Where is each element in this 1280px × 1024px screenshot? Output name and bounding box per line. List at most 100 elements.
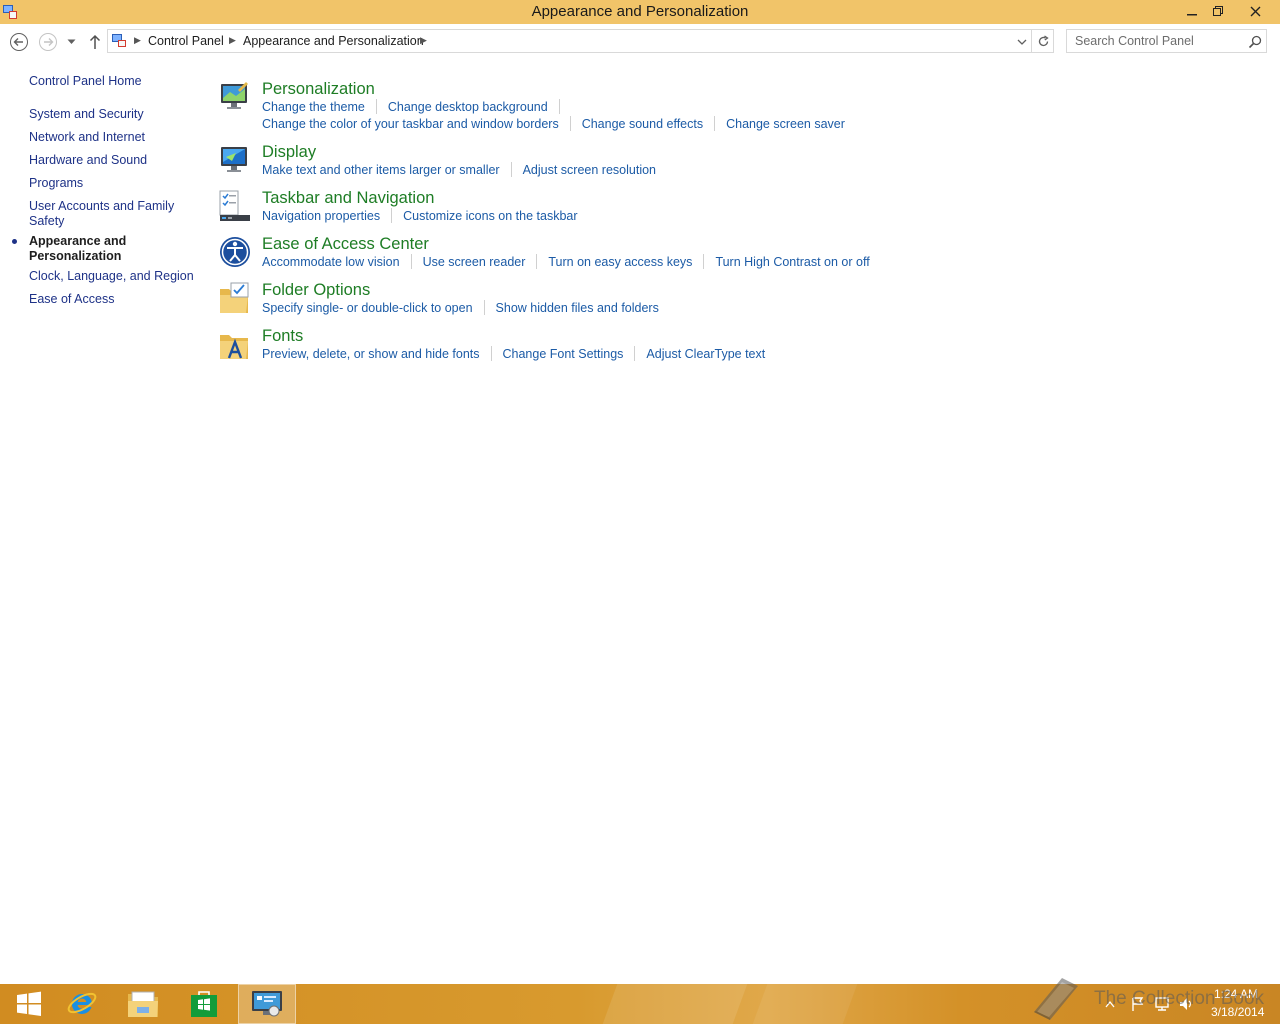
folder-options-title[interactable]: Folder Options	[262, 281, 370, 300]
ease-of-access-title[interactable]: Ease of Access Center	[262, 235, 429, 254]
display-icon[interactable]	[218, 143, 252, 177]
speaker-icon	[1180, 998, 1191, 1010]
search-input[interactable]	[1067, 30, 1245, 52]
personalization-icon[interactable]	[218, 80, 252, 114]
taskbar: 1:24 AM 3/18/2014	[0, 984, 1280, 1024]
separator	[510, 162, 512, 178]
forward-button[interactable]	[37, 31, 59, 53]
breadcrumb-separator-icon[interactable]: ▶	[229, 35, 236, 46]
separator	[375, 99, 377, 115]
sidebar-item-hardware-sound[interactable]: Hardware and Sound	[29, 153, 189, 168]
adjust-screen-resolution-link[interactable]: Adjust screen resolution	[523, 163, 656, 178]
chevron-up-icon	[1105, 1000, 1115, 1008]
change-font-settings-link[interactable]: Change Font Settings	[503, 347, 624, 362]
change-taskbar-color-link[interactable]: Change the color of your taskbar and win…	[262, 117, 559, 132]
separator	[391, 208, 393, 224]
navigation-properties-link[interactable]: Navigation properties	[262, 209, 380, 224]
change-theme-link[interactable]: Change the theme	[262, 100, 365, 115]
control-panel-location-icon	[112, 34, 126, 47]
network-button[interactable]	[1154, 984, 1170, 1024]
sidebar-item-ease-of-access[interactable]: Ease of Access	[29, 292, 189, 307]
address-dropdown-button[interactable]	[1014, 34, 1030, 50]
show-hidden-icons-button[interactable]	[1105, 984, 1115, 1024]
separator	[703, 254, 705, 270]
address-bar[interactable]: ▶ Control Panel ▶ Appearance and Persona…	[107, 29, 1054, 53]
store-icon	[191, 991, 217, 1017]
separator	[483, 300, 485, 316]
close-icon	[1250, 6, 1260, 16]
display-title[interactable]: Display	[262, 143, 316, 162]
ie-icon	[67, 992, 97, 1014]
change-desktop-background-link[interactable]: Change desktop background	[388, 100, 548, 115]
start-button[interactable]	[0, 984, 58, 1024]
restore-button[interactable]	[1204, 0, 1232, 22]
taskbar-internet-explorer[interactable]	[53, 984, 111, 1024]
change-sound-effects-link[interactable]: Change sound effects	[582, 117, 703, 132]
folder-icon	[128, 991, 158, 1017]
preview-fonts-link[interactable]: Preview, delete, or show and hide fonts	[262, 347, 480, 362]
sidebar-item-control-panel-home[interactable]: Control Panel Home	[29, 74, 189, 89]
taskbar-decoration	[752, 984, 858, 1024]
fonts-icon[interactable]	[218, 327, 252, 361]
up-button[interactable]	[84, 31, 106, 53]
task-row: Accommodate low vision Use screen reader T…	[262, 254, 870, 270]
easy-access-keys-link[interactable]: Turn on easy access keys	[548, 255, 692, 270]
sidebar-item-programs[interactable]: Programs	[29, 176, 189, 191]
sidebar-item-clock-language-region[interactable]: Clock, Language, and Region	[29, 269, 199, 284]
separator	[490, 346, 492, 362]
separator	[410, 254, 412, 270]
breadcrumb-separator-icon[interactable]: ▶	[134, 35, 141, 46]
sidebar-item-network-internet[interactable]: Network and Internet	[29, 130, 189, 145]
title-bar: Appearance and Personalization	[0, 0, 1280, 24]
separator	[569, 116, 571, 132]
up-arrow-icon	[89, 34, 101, 49]
show-hidden-files-link[interactable]: Show hidden files and folders	[496, 301, 659, 316]
single-double-click-link[interactable]: Specify single- or double-click to open	[262, 301, 473, 316]
sidebar-item-system-security[interactable]: System and Security	[29, 107, 189, 122]
taskbar-file-explorer[interactable]	[114, 984, 172, 1024]
change-screen-saver-link[interactable]: Change screen saver	[726, 117, 845, 132]
taskbar-store[interactable]	[175, 984, 233, 1024]
clock-date[interactable]: 3/18/2014	[1211, 1005, 1264, 1019]
sidebar-item-appearance-personalization: Appearance and Personalization	[29, 234, 127, 263]
high-contrast-link[interactable]: Turn High Contrast on or off	[715, 255, 869, 270]
refresh-button[interactable]	[1031, 30, 1054, 52]
separator	[714, 116, 716, 132]
ease-of-access-icon[interactable]	[218, 235, 252, 269]
action-center-button[interactable]	[1130, 984, 1146, 1024]
control-panel-icon	[252, 991, 282, 1017]
forward-arrow-icon	[39, 33, 57, 51]
recent-locations-button[interactable]	[63, 31, 79, 53]
text-size-link[interactable]: Make text and other items larger or smal…	[262, 163, 500, 178]
breadcrumb-control-panel[interactable]: Control Panel	[148, 34, 224, 48]
breadcrumb-separator-icon[interactable]: ▶	[420, 35, 427, 46]
restore-icon	[1213, 6, 1223, 16]
back-button[interactable]	[8, 31, 30, 53]
chevron-down-icon	[1017, 39, 1027, 45]
separator	[536, 254, 538, 270]
fonts-title[interactable]: Fonts	[262, 327, 303, 346]
breadcrumb-appearance-personalization[interactable]: Appearance and Personalization	[243, 34, 424, 48]
refresh-icon	[1038, 34, 1049, 46]
clock-time[interactable]: 1:24 AM	[1214, 987, 1258, 1001]
accommodate-low-vision-link[interactable]: Accommodate low vision	[262, 255, 400, 270]
chevron-down-icon	[67, 39, 75, 44]
volume-button[interactable]	[1178, 984, 1194, 1024]
network-icon	[1155, 997, 1169, 1011]
minimize-button[interactable]	[1178, 0, 1206, 22]
search-icon[interactable]	[1247, 34, 1263, 50]
task-row: Navigation properties Customize icons on …	[262, 208, 578, 224]
separator	[634, 346, 636, 362]
taskbar-control-panel[interactable]	[238, 984, 296, 1024]
use-screen-reader-link[interactable]: Use screen reader	[423, 255, 526, 270]
personalization-title[interactable]: Personalization	[262, 80, 375, 99]
sidebar-item-user-accounts[interactable]: User Accounts and Family Safety	[29, 199, 179, 229]
task-row: Preview, delete, or show and hide fonts C…	[262, 346, 765, 362]
adjust-cleartype-link[interactable]: Adjust ClearType text	[646, 347, 765, 362]
taskbar-navigation-icon[interactable]	[218, 189, 252, 223]
close-button[interactable]	[1240, 0, 1270, 22]
folder-options-icon[interactable]	[218, 281, 252, 315]
taskbar-navigation-title[interactable]: Taskbar and Navigation	[262, 189, 434, 208]
search-box[interactable]	[1066, 29, 1267, 53]
customize-taskbar-icons-link[interactable]: Customize icons on the taskbar	[403, 209, 577, 224]
